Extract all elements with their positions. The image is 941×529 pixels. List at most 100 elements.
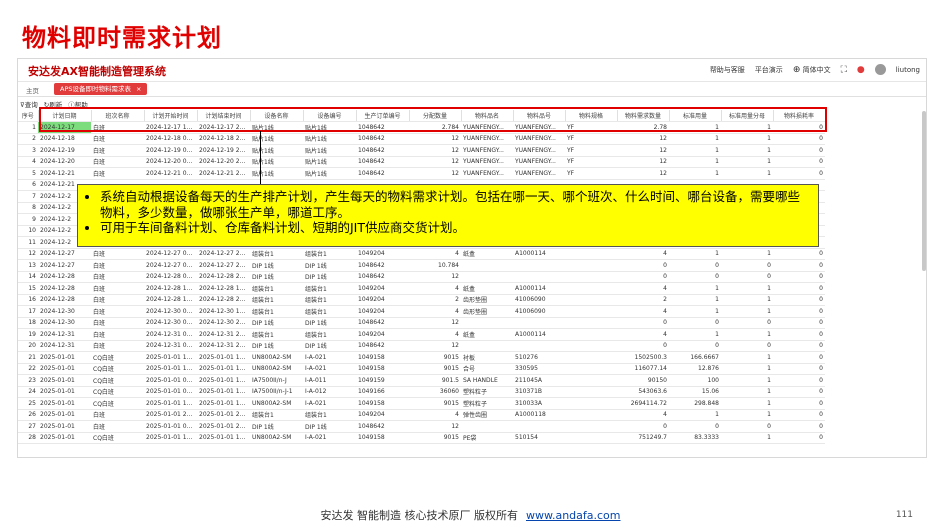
table-cell: 1	[669, 248, 721, 260]
table-cell: 510276	[513, 351, 565, 364]
table-cell: 12	[409, 144, 461, 157]
table-row[interactable]: 15 2024-12-28 白班 2024-12-28 1... 2024-12-28 …	[18, 282, 825, 295]
table-row[interactable]: 16 2024-12-28 白班 2024-12-28 1... 2024-12-28 …	[18, 294, 825, 306]
table-cell: 1	[721, 133, 773, 145]
table-row[interactable]: 23 2025-01-01 CQ白班 2025-01-01 0... 2025-01-0…	[18, 374, 825, 387]
table-row[interactable]: 5 2024-12-21 白班 2024-12-21 0... 2024-12-21 2…	[18, 167, 825, 180]
table-cell: 14	[18, 271, 38, 283]
fullscreen-icon[interactable]: ⛶	[841, 65, 847, 75]
table-cell: 1	[721, 305, 773, 318]
table-cell: UN800A2-SM	[250, 432, 303, 444]
table-cell: YUANFENGY...	[513, 144, 565, 157]
table-row[interactable]: 2 2024-12-18 白班 2024-12-18 0... 2024-12-18 2…	[18, 133, 825, 145]
table-cell: 2024-12-28 2...	[197, 271, 250, 283]
table-cell: 2025-01-01	[38, 363, 91, 375]
table-cell: 白班	[91, 271, 144, 283]
table-cell: 2024-12-28 2...	[197, 294, 250, 306]
query-button[interactable]: ⊽查询	[20, 99, 38, 109]
table-cell: 2025-01-01	[38, 397, 91, 410]
table-cell	[513, 317, 565, 329]
table-cell: DIP 1线	[250, 271, 303, 283]
table-cell: I-A-021	[303, 351, 356, 364]
table-cell: 2024-12-31 2...	[197, 340, 250, 352]
data-grid: 序号 计划日期 班次名称 计划开始时间 计划结束时间 设备名称 设备编号 生产订单编号 分配数量…	[18, 110, 826, 444]
table-cell: 41006090	[513, 294, 565, 306]
table-cell: 0	[773, 259, 825, 272]
user-name[interactable]: liutong	[896, 66, 920, 74]
notification-icon[interactable]: ●	[857, 65, 865, 75]
table-row[interactable]: 18 2024-12-30 白班 2024-12-30 0... 2024-12-30 …	[18, 317, 825, 329]
table-cell: 衬板	[461, 351, 513, 364]
help-menu[interactable]: 帮助与客服	[710, 65, 745, 75]
table-cell: 1	[669, 156, 721, 168]
table-cell: 4	[409, 305, 461, 318]
table-row[interactable]: 26 2025-01-01 白班 2025-01-01 2... 2025-01-01 …	[18, 409, 825, 421]
table-cell: 1	[669, 305, 721, 318]
table-cell: 2025-01-01	[38, 420, 91, 433]
table-cell: 齿形垫圈	[461, 305, 513, 318]
table-cell: 1502500.3	[617, 351, 669, 364]
table-cell: YUANFENGY...	[461, 133, 513, 145]
table-cell: 0	[773, 386, 825, 398]
table-cell: 1049158	[356, 351, 409, 364]
table-cell: DIP 1线	[250, 420, 303, 433]
table-cell: 2694114.72	[617, 397, 669, 410]
table-cell: 组装台1	[250, 248, 303, 260]
close-icon[interactable]: ×	[136, 85, 141, 93]
table-row[interactable]: 21 2025-01-01 CQ白班 2025-01-01 1... 2025-01-0…	[18, 351, 825, 364]
table-cell: 1	[721, 282, 773, 295]
table-cell: 白班	[91, 259, 144, 272]
vertical-scrollbar[interactable]	[922, 111, 926, 271]
table-cell: 0	[721, 340, 773, 352]
table-cell: DIP 1线	[303, 420, 356, 433]
tab-material-demand[interactable]: APS设备即时物料需求表 ×	[54, 83, 148, 95]
table-cell: YUANFENGY...	[461, 144, 513, 157]
table-cell: 23	[18, 374, 38, 387]
footer-link[interactable]: www.andafa.com	[526, 509, 621, 522]
table-cell	[513, 420, 565, 433]
column-header[interactable]: 序号	[18, 110, 39, 122]
table-row[interactable]: 27 2025-01-01 白班 2025-01-01 0... 2025-01-01 …	[18, 420, 825, 433]
table-row[interactable]: 17 2024-12-30 白班 2024-12-30 0... 2024-12-30 …	[18, 305, 825, 318]
table-cell: 2024-12-19 2...	[197, 144, 250, 157]
table-cell: 1049204	[356, 248, 409, 260]
table-row[interactable]: 4 2024-12-20 白班 2024-12-20 0... 2024-12-20 2…	[18, 156, 825, 168]
table-cell: 7	[18, 190, 38, 203]
table-cell: 0	[617, 340, 669, 352]
table-cell	[461, 271, 513, 283]
avatar[interactable]	[874, 64, 886, 75]
table-row[interactable]: 28 2025-01-01 CQ白班 2025-01-01 1... 2025-01-0…	[18, 432, 825, 444]
table-row[interactable]: 20 2024-12-31 白班 2024-12-31 0... 2024-12-31 …	[18, 340, 825, 352]
table-cell: 100	[669, 374, 721, 387]
table-cell	[565, 271, 617, 283]
tab-home[interactable]: 主页	[26, 85, 39, 95]
table-cell: 2025-01-01 1...	[197, 363, 250, 375]
table-row[interactable]: 14 2024-12-28 白班 2024-12-28 0... 2024-12-28 …	[18, 271, 825, 283]
table-cell: 2024-12-18	[38, 133, 91, 145]
table-cell	[513, 259, 565, 272]
table-cell	[565, 259, 617, 272]
table-row[interactable]: 3 2024-12-19 白班 2024-12-19 0... 2024-12-19 2…	[18, 144, 825, 157]
table-cell: 0	[773, 317, 825, 329]
table-row[interactable]: 13 2024-12-27 白班 2024-12-27 0... 2024-12-27 …	[18, 259, 825, 272]
table-cell: 1	[669, 328, 721, 341]
table-cell: 0	[773, 374, 825, 387]
table-cell: 0	[669, 317, 721, 329]
table-cell: 2025-01-01 0...	[144, 386, 197, 398]
table-cell: 12	[617, 167, 669, 180]
table-cell: 4	[409, 248, 461, 260]
table-row[interactable]: 25 2025-01-01 CQ白班 2025-01-01 1... 2025-01-0…	[18, 397, 825, 410]
table-row[interactable]: 24 2025-01-01 CQ白班 2025-01-01 0... 2025-01-0…	[18, 386, 825, 398]
language-switch[interactable]: ⊕ 简体中文	[793, 65, 831, 75]
table-cell: 751249.7	[617, 432, 669, 444]
table-row[interactable]: 12 2024-12-27 白班 2024-12-27 0... 2024-12-27 …	[18, 248, 825, 260]
table-cell: 2025-01-01 2...	[197, 409, 250, 421]
table-cell: 0	[773, 144, 825, 157]
table-cell: 9015	[409, 363, 461, 375]
table-row[interactable]: 19 2024-12-31 白班 2024-12-31 0... 2024-12-31 …	[18, 328, 825, 341]
table-cell: 2024-12-30 0...	[144, 317, 197, 329]
table-row[interactable]: 22 2025-01-01 CQ白班 2025-01-01 1... 2025-01-0…	[18, 363, 825, 375]
app-brand: 安达发AX智能制造管理系统	[28, 65, 166, 78]
table-cell: 83.3333	[669, 432, 721, 444]
platform-demo-link[interactable]: 平台演示	[755, 65, 783, 75]
